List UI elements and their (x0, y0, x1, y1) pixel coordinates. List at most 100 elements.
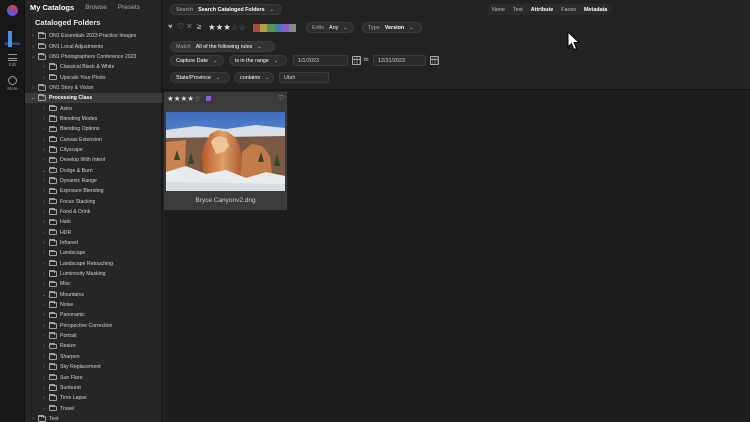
rule2-value-input[interactable] (279, 72, 329, 83)
tab-my-catalogs[interactable]: My Catalogs (30, 3, 74, 12)
chevron-right-icon[interactable]: › (41, 75, 47, 81)
chevron-right-icon[interactable]: › (41, 343, 47, 349)
folder-tree-item[interactable]: › Classical Black & White (25, 62, 162, 72)
chevron-right-icon[interactable]: › (41, 188, 47, 194)
heart-outline-icon[interactable]: ♡ (177, 22, 184, 31)
folder-tree-item[interactable]: › Upscale Your Photo (25, 72, 162, 82)
chevron-right-icon[interactable]: › (41, 385, 47, 391)
folder-tree-item[interactable]: › Food & Drink (25, 207, 162, 217)
heart-outline-icon[interactable]: ♡ (278, 94, 284, 102)
folder-tree-item[interactable]: › Blending Options (25, 124, 162, 134)
folder-tree-item[interactable]: › Halo (25, 217, 162, 227)
folder-tree-item[interactable]: › Sun Flare (25, 372, 162, 382)
chevron-down-icon[interactable]: ⌄ (41, 292, 47, 298)
tab-text[interactable]: Text (513, 7, 523, 13)
chevron-right-icon[interactable]: › (41, 281, 47, 287)
folder-tree-item[interactable]: ⌄ Mountains (25, 290, 162, 300)
chevron-right-icon[interactable]: › (41, 219, 47, 225)
star-icon[interactable]: ★ (187, 94, 194, 103)
tab-metadata[interactable]: Metadata (584, 7, 607, 13)
folder-tree-item[interactable]: › Landscape (25, 248, 162, 258)
tab-browse[interactable]: Browse (85, 4, 107, 11)
color-label-swatch[interactable] (253, 24, 261, 32)
tab-none[interactable]: None (492, 7, 505, 13)
star-icon[interactable]: ☆ (239, 22, 247, 32)
rating-operator[interactable]: ≥ (197, 22, 201, 31)
chevron-right-icon[interactable]: › (41, 199, 47, 205)
star-icon[interactable]: ★ (167, 94, 174, 103)
folder-tree-item[interactable]: › Landscape Retouching (25, 259, 162, 269)
folder-tree-item[interactable]: ⌄ Dodge & Burn (25, 165, 162, 175)
chevron-right-icon[interactable]: › (41, 333, 47, 339)
folder-tree-item[interactable]: › Noise (25, 300, 162, 310)
color-label-filter[interactable] (253, 24, 297, 32)
chevron-right-icon[interactable]: › (30, 33, 36, 39)
folder-tree-item[interactable]: › Misc (25, 279, 162, 289)
chevron-right-icon[interactable]: › (30, 85, 36, 91)
rule2-operator-dropdown[interactable]: contains ⌄ (234, 72, 274, 83)
chevron-right-icon[interactable]: › (41, 116, 47, 122)
chevron-right-icon[interactable]: › (41, 157, 47, 163)
edits-dropdown[interactable]: Edits Any ⌄ (306, 22, 354, 33)
chevron-right-icon[interactable]: › (41, 261, 47, 267)
chevron-right-icon[interactable]: › (41, 302, 47, 308)
chevron-right-icon[interactable]: › (41, 137, 47, 143)
color-label-swatch[interactable] (260, 24, 268, 32)
chevron-right-icon[interactable]: › (41, 250, 47, 256)
chevron-right-icon[interactable]: › (41, 106, 47, 112)
folder-tree-item[interactable]: › Sunburst (25, 383, 162, 393)
folder-tree-item[interactable]: › HDR (25, 228, 162, 238)
folder-tree-item[interactable]: › Develop With Intent (25, 155, 162, 165)
chevron-right-icon[interactable]: › (41, 230, 47, 236)
folder-tree-item[interactable]: ⌄ ON1 Photographers Conference 2023 (25, 52, 162, 62)
chevron-right-icon[interactable]: › (41, 240, 47, 246)
calendar-icon[interactable] (352, 56, 361, 65)
thumbnail-rating-stars[interactable]: ★★★★☆ (167, 94, 201, 103)
folder-tree-item[interactable]: › Cityscape (25, 145, 162, 155)
chevron-right-icon[interactable]: › (41, 354, 47, 360)
rule1-field-dropdown[interactable]: Capture Date ⌄ (170, 55, 224, 66)
chevron-right-icon[interactable]: › (41, 395, 47, 401)
folder-tree-item[interactable]: › Sharpen (25, 352, 162, 362)
folder-tree-item[interactable]: › ON1 Local Adjustments (25, 41, 162, 51)
photo-preview[interactable] (166, 112, 285, 191)
rule2-field-dropdown[interactable]: State/Province ⌄ (170, 72, 230, 83)
calendar-icon[interactable] (430, 56, 439, 65)
chevron-right-icon[interactable]: › (41, 64, 47, 70)
chevron-right-icon[interactable]: › (41, 406, 47, 412)
chevron-right-icon[interactable]: › (41, 323, 47, 329)
folder-tree-item[interactable]: ⌄ Processing Class (25, 93, 162, 104)
star-icon[interactable]: ☆ (231, 22, 239, 32)
color-label-swatch[interactable] (288, 24, 297, 32)
star-icon[interactable]: ☆ (194, 94, 201, 103)
chevron-down-icon[interactable]: ⌄ (30, 95, 36, 101)
chevron-right-icon[interactable]: › (41, 312, 47, 318)
folder-tree-item[interactable]: › Infrared (25, 238, 162, 248)
folder-tree-item[interactable]: › Exposure Blending (25, 186, 162, 196)
edit-module-button[interactable]: Edit (0, 54, 25, 67)
folder-tree-item[interactable]: › Time Lapse (25, 393, 162, 403)
color-label-swatch[interactable] (281, 24, 289, 32)
folder-tree-item[interactable]: › Perspective Correction (25, 321, 162, 331)
chevron-right-icon[interactable]: › (41, 364, 47, 370)
date-to-input[interactable] (373, 55, 426, 66)
folder-tree-item[interactable]: › Portrait (25, 331, 162, 341)
chevron-right-icon[interactable]: › (41, 147, 47, 153)
chevron-right-icon[interactable]: › (30, 416, 36, 422)
type-dropdown[interactable]: Type Version ⌄ (362, 22, 422, 33)
search-scope-dropdown[interactable]: Search Search Cataloged Folders ⌄ (170, 4, 282, 15)
like-heart-icon[interactable]: ♥ (168, 22, 173, 31)
browse-module-button[interactable]: Browse (0, 31, 25, 47)
folder-tree-item[interactable]: › ON1 Story & Vision (25, 83, 162, 93)
tab-presets[interactable]: Presets (118, 4, 140, 11)
folder-tree-item[interactable]: › Luminosity Masking (25, 269, 162, 279)
match-dropdown[interactable]: Match All of the following rules ⌄ (170, 41, 275, 52)
chevron-down-icon[interactable]: ⌄ (30, 54, 36, 60)
folder-tree-item[interactable]: › Focus Stacking (25, 197, 162, 207)
folder-tree-item[interactable]: › Canvas Extension (25, 134, 162, 144)
tab-faces[interactable]: Faces (561, 7, 576, 13)
color-label-swatch[interactable] (274, 24, 282, 32)
chevron-right-icon[interactable]: › (41, 271, 47, 277)
star-icon[interactable]: ★ (223, 22, 231, 32)
chevron-down-icon[interactable]: ⌄ (41, 168, 47, 174)
